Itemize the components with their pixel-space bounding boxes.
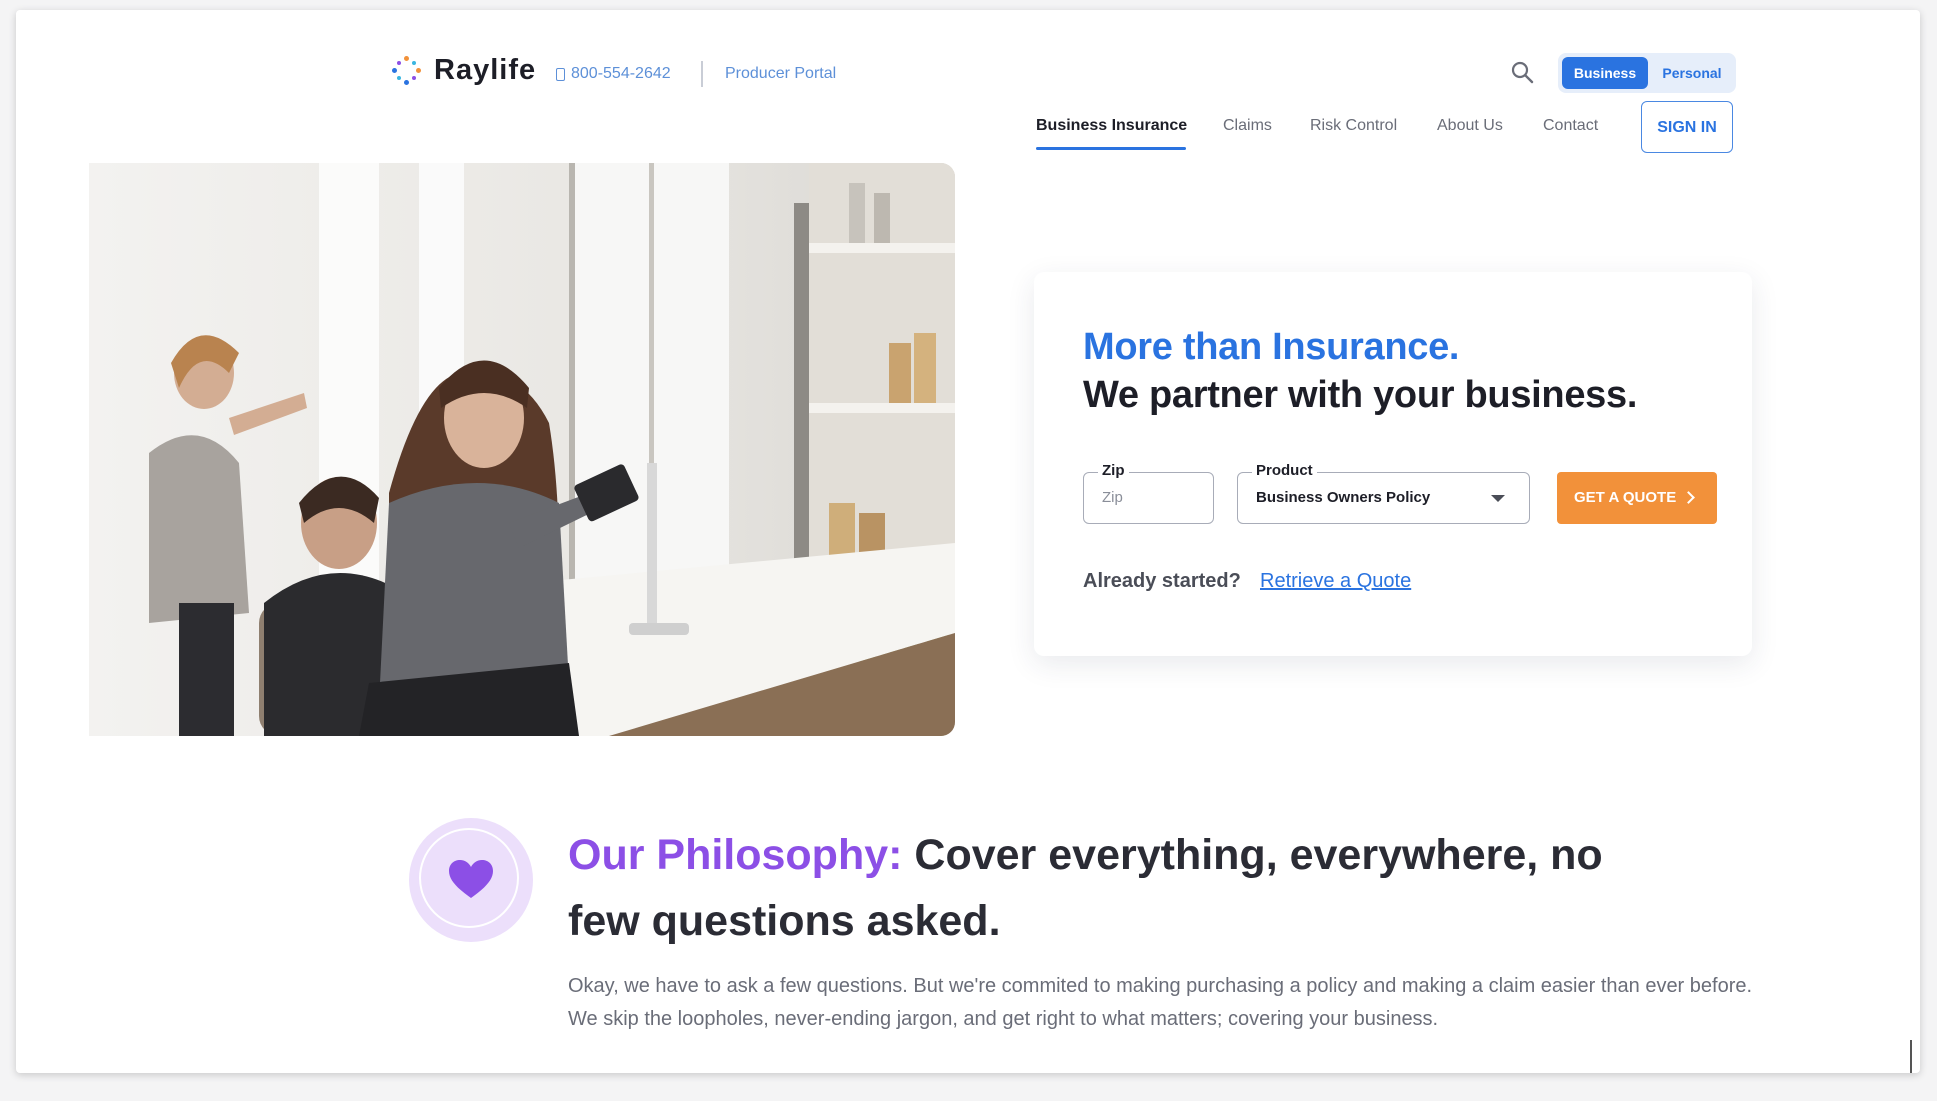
- phone-icon: [556, 67, 565, 81]
- producer-portal-link[interactable]: Producer Portal: [725, 65, 836, 83]
- get-a-quote-button[interactable]: GET A QUOTE: [1557, 472, 1717, 524]
- chevron-right-icon: [1682, 491, 1695, 504]
- product-select[interactable]: Product Business Owners Policy: [1237, 462, 1530, 524]
- business-personal-toggle: Business Personal: [1558, 53, 1736, 93]
- hero-headline: We partner with your business.: [1083, 374, 1638, 416]
- browser-window: Raylife 800-554-2642 Producer Portal Bus…: [16, 10, 1920, 1073]
- product-label: Product: [1252, 462, 1317, 479]
- raylife-logo[interactable]: Raylife: [392, 54, 536, 87]
- nav-claims[interactable]: Claims: [1223, 117, 1272, 135]
- hero-image: [89, 163, 955, 736]
- brand-name: Raylife: [434, 54, 537, 86]
- retrieve-quote-link[interactable]: Retrieve a Quote: [1260, 570, 1411, 593]
- philosophy-accent: Our Philosophy:: [568, 831, 903, 879]
- sign-in-button[interactable]: SIGN IN: [1641, 101, 1733, 153]
- nav-risk-control[interactable]: Risk Control: [1310, 117, 1397, 135]
- scrollbar[interactable]: [1910, 1040, 1912, 1073]
- philosophy-badge: [409, 818, 533, 942]
- product-selected-value: Business Owners Policy: [1256, 489, 1431, 506]
- nav-business-insurance[interactable]: Business Insurance: [1036, 117, 1187, 135]
- philosophy-body: Okay, we have to ask a few questions. Bu…: [568, 975, 1753, 1030]
- nav-about-us[interactable]: About Us: [1437, 117, 1503, 135]
- phone-link[interactable]: 800-554-2642: [556, 65, 671, 83]
- zip-input[interactable]: Zip: [1102, 489, 1123, 506]
- philosophy-heading: Our Philosophy: Cover everything, everyw…: [568, 822, 1668, 954]
- personal-toggle-button[interactable]: Personal: [1652, 57, 1732, 89]
- zip-field[interactable]: Zip Zip: [1083, 462, 1214, 524]
- phone-number: 800-554-2642: [571, 65, 671, 82]
- heart-icon: [449, 860, 493, 898]
- hero-headline-accent: More than Insurance.: [1083, 326, 1460, 368]
- nav-contact[interactable]: Contact: [1543, 117, 1598, 135]
- get-a-quote-label: GET A QUOTE: [1574, 489, 1677, 506]
- active-nav-indicator: [1036, 147, 1186, 150]
- quote-card: More than Insurance. We partner with you…: [1034, 272, 1752, 656]
- already-started-text: Already started?: [1083, 570, 1241, 592]
- search-icon[interactable]: [1510, 60, 1534, 84]
- raylife-logo-icon: [392, 55, 422, 86]
- business-toggle-button[interactable]: Business: [1562, 57, 1648, 89]
- header-divider: [701, 61, 703, 87]
- zip-label: Zip: [1098, 462, 1129, 479]
- chevron-down-icon: [1491, 495, 1505, 502]
